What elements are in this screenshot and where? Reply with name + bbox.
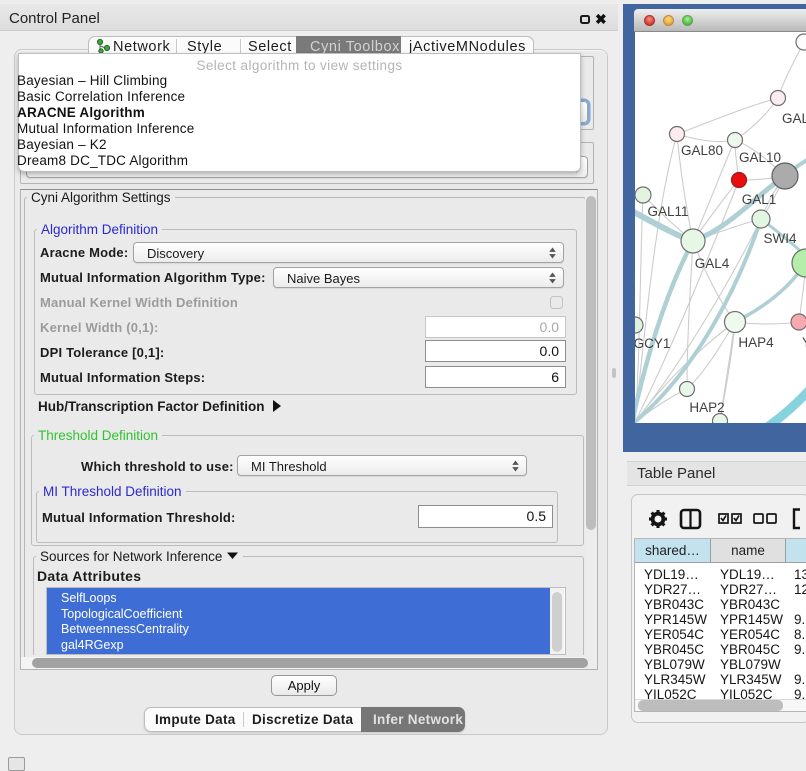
svg-text:GAL10: GAL10: [739, 150, 781, 165]
svg-text:GAL7: GAL7: [782, 111, 806, 126]
svg-text:GAL80: GAL80: [681, 143, 723, 158]
svg-text:GCY1: GCY1: [635, 336, 670, 351]
svg-text:GAL4: GAL4: [695, 256, 730, 271]
svg-text:HAP2: HAP2: [689, 400, 724, 415]
svg-text:GAL11: GAL11: [647, 204, 688, 219]
svg-text:GAL1: GAL1: [742, 192, 777, 207]
svg-text:SWI4: SWI4: [763, 231, 796, 246]
svg-text:HAP4: HAP4: [738, 335, 774, 350]
svg-text:Y: Y: [802, 335, 806, 350]
